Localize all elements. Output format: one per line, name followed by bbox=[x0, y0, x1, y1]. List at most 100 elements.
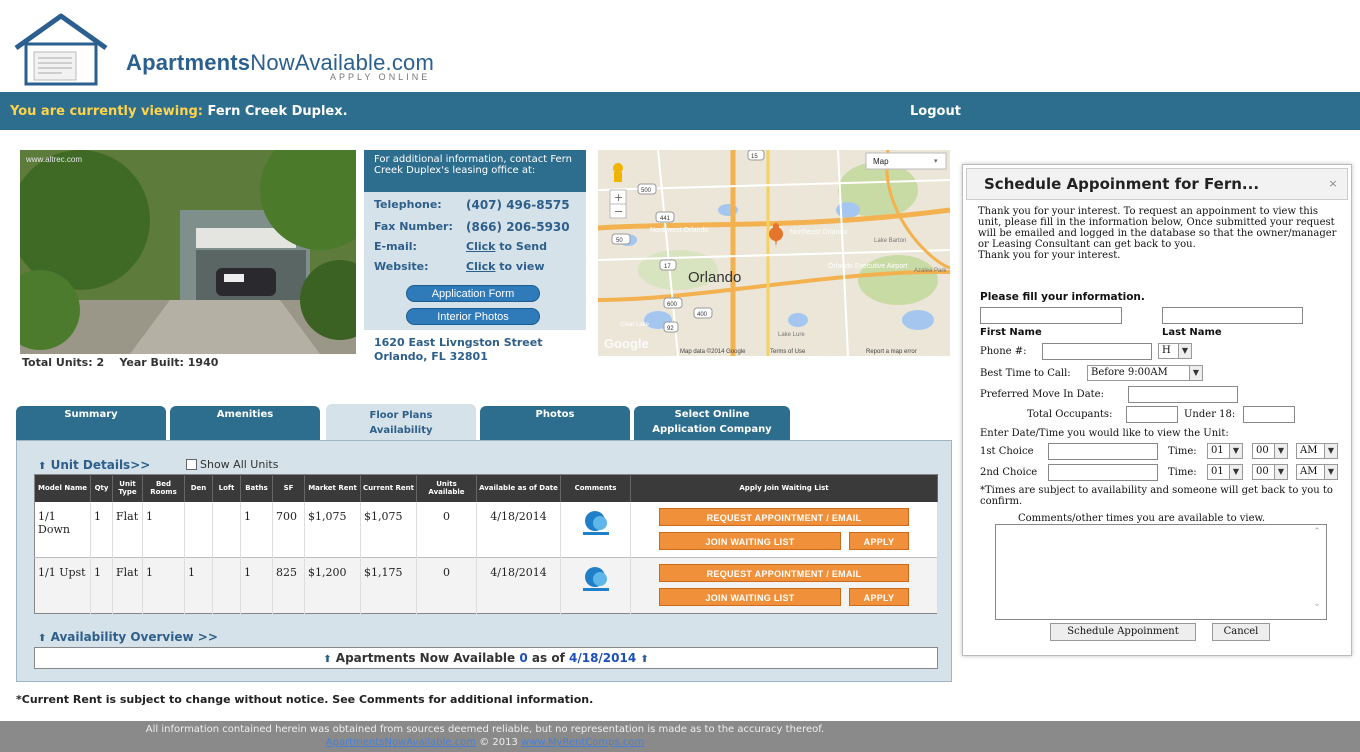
brand-tagline: APPLY ONLINE bbox=[330, 72, 431, 82]
map-road-shield: 441 bbox=[660, 216, 671, 222]
phone-field[interactable] bbox=[1042, 343, 1152, 360]
last-name-field[interactable] bbox=[1162, 307, 1303, 324]
chevron-down-icon: ▼ bbox=[1189, 366, 1202, 380]
map-label: Lake Lure bbox=[778, 332, 805, 338]
cell-available-date: 4/18/2014 bbox=[476, 501, 561, 558]
textarea-scrollbar[interactable]: ⌃ ⌄ bbox=[1310, 527, 1324, 617]
checkbox-icon bbox=[186, 459, 197, 470]
units-table: Model Name Qty Unit Type Bed Rooms Den L… bbox=[34, 474, 938, 614]
second-choice-minute-select[interactable]: 00 ▼ bbox=[1252, 464, 1288, 480]
time-label: Time: bbox=[1168, 467, 1197, 478]
column-header: Current Rent bbox=[360, 474, 417, 502]
table-row: 1/1 Down 1 Flat 1 1 700 $1,075 $1,075 0 … bbox=[34, 501, 938, 558]
second-choice-ampm-select[interactable]: AM ▼ bbox=[1296, 464, 1338, 480]
join-waiting-list-button[interactable]: JOIN WAITING LIST bbox=[659, 587, 841, 606]
column-header: Qty bbox=[90, 474, 113, 502]
tab-floor-plans[interactable]: Floor Plans Availability bbox=[326, 404, 476, 442]
under-18-field[interactable] bbox=[1243, 406, 1295, 423]
map-terms-link[interactable]: Terms of Use bbox=[770, 349, 806, 355]
second-choice-label: 2nd Choice bbox=[980, 467, 1038, 478]
phone-label: Phone #: bbox=[980, 346, 1027, 357]
show-all-units-checkbox[interactable]: Show All Units bbox=[186, 458, 278, 471]
column-header: Baths bbox=[240, 474, 273, 502]
apply-button[interactable]: APPLY bbox=[849, 531, 909, 550]
footer-link-myrentcomps[interactable]: www.MyRentComps.com bbox=[521, 737, 644, 748]
cell-comments bbox=[560, 501, 631, 558]
footer-links: ApartmentsNowAvailable.com © 2013 www.My… bbox=[325, 737, 645, 748]
phone-type-select[interactable]: H ▼ bbox=[1158, 343, 1192, 359]
column-header: Loft bbox=[212, 474, 241, 502]
best-time-select[interactable]: Before 9:00AM ▼ bbox=[1087, 365, 1203, 381]
contact-intro: For additional information, contact Fern… bbox=[364, 150, 586, 192]
email-link[interactable]: Click to Send bbox=[466, 240, 547, 253]
second-choice-hour-select[interactable]: 01 ▼ bbox=[1207, 464, 1243, 480]
apply-button[interactable]: APPLY bbox=[849, 587, 909, 606]
collapse-icon[interactable]: ⬆ bbox=[323, 654, 331, 665]
column-header: Unit Type bbox=[112, 474, 143, 502]
first-choice-ampm-select[interactable]: AM ▼ bbox=[1296, 443, 1338, 459]
first-choice-hour-select[interactable]: 01 ▼ bbox=[1207, 443, 1243, 459]
chevron-down-icon: ▼ bbox=[1178, 344, 1191, 358]
table-row: 1/1 Upst 1 Flat 1 1 1 825 $1,200 $1,175 … bbox=[34, 556, 938, 614]
first-choice-date-field[interactable] bbox=[1048, 443, 1158, 460]
chevron-down-icon: ▼ bbox=[1229, 444, 1242, 458]
map-road-shield: 500 bbox=[641, 188, 652, 194]
map-label: Northwest Orlando bbox=[650, 227, 708, 234]
map-city-label: Orlando bbox=[688, 269, 741, 286]
cell-market-rent: $1,200 bbox=[304, 556, 361, 614]
location-map[interactable]: Orlando Northwest Orlando Northeast Orla… bbox=[598, 150, 950, 356]
tab-select-application-company[interactable]: Select Online Application Company bbox=[634, 406, 790, 440]
website-link[interactable]: Click to view bbox=[466, 260, 545, 273]
unit-stats: Total Units: 2 Year Built: 1940 bbox=[22, 356, 219, 369]
comments-textarea[interactable] bbox=[995, 524, 1327, 620]
cell-baths: 1 bbox=[240, 501, 273, 558]
request-appointment-button[interactable]: REQUEST APPOINTMENT / EMAIL bbox=[659, 563, 909, 582]
second-choice-date-field[interactable] bbox=[1048, 464, 1158, 481]
comments-icon[interactable] bbox=[581, 510, 611, 536]
request-appointment-button[interactable]: REQUEST APPOINTMENT / EMAIL bbox=[659, 507, 909, 526]
schedule-appointment-button[interactable]: Schedule Appoinment bbox=[1050, 623, 1196, 641]
fill-info-heading: Please fill your information. bbox=[980, 291, 1145, 303]
footer-link-apartmentsnowavailable[interactable]: ApartmentsNowAvailable.com bbox=[326, 737, 476, 748]
close-icon[interactable]: × bbox=[1325, 176, 1341, 192]
move-in-date-field[interactable] bbox=[1128, 386, 1238, 403]
cell-den: 1 bbox=[184, 556, 213, 614]
cell-loft bbox=[212, 501, 241, 558]
collapse-icon[interactable]: ⬆ bbox=[640, 654, 648, 665]
comments-icon[interactable] bbox=[581, 566, 611, 592]
map-attribution: Map data ©2014 Google bbox=[680, 348, 746, 355]
property-photo: www.altrec.com bbox=[20, 150, 356, 354]
footer-disclaimer: All information contained herein was obt… bbox=[145, 724, 825, 735]
first-choice-minute-select[interactable]: 00 ▼ bbox=[1252, 443, 1288, 459]
cell-loft bbox=[212, 556, 241, 614]
map-label: Lake Barton bbox=[874, 238, 906, 244]
column-header: Apply Join Waiting List bbox=[630, 474, 938, 502]
pegman-icon[interactable] bbox=[613, 163, 623, 173]
unit-details-toggle[interactable]: ⬆ Unit Details>> bbox=[38, 458, 150, 472]
tab-summary[interactable]: Summary bbox=[16, 406, 166, 440]
cancel-button[interactable]: Cancel bbox=[1212, 623, 1270, 641]
map-road-shield: 17 bbox=[664, 264, 671, 270]
map-marker-icon[interactable] bbox=[769, 227, 783, 241]
chevron-down-icon: ▼ bbox=[1324, 444, 1337, 458]
total-occupants-field[interactable] bbox=[1126, 406, 1178, 423]
cell-apply: REQUEST APPOINTMENT / EMAIL JOIN WAITING… bbox=[630, 556, 938, 614]
application-form-button[interactable]: Application Form bbox=[406, 285, 540, 302]
map-road-shield: 400 bbox=[697, 312, 708, 318]
logout-link[interactable]: Logout bbox=[910, 104, 961, 119]
map-report-link[interactable]: Report a map error bbox=[866, 349, 917, 355]
collapse-icon: ⬆ bbox=[38, 633, 47, 644]
map-label: Azalea Park bbox=[914, 268, 947, 274]
interior-photos-button[interactable]: Interior Photos bbox=[406, 308, 540, 325]
photo-watermark: www.altrec.com bbox=[25, 155, 82, 164]
cell-baths: 1 bbox=[240, 556, 273, 614]
first-name-field[interactable] bbox=[980, 307, 1122, 324]
contact-box: Telephone: (407) 496-8575 Fax Number: (8… bbox=[364, 192, 586, 330]
datetime-instructions: Enter Date/Time you would like to view t… bbox=[980, 428, 1229, 439]
tab-amenities[interactable]: Amenities bbox=[170, 406, 320, 440]
available-count: 0 bbox=[519, 651, 528, 665]
available-date: 4/18/2014 bbox=[568, 651, 637, 665]
tab-photos[interactable]: Photos bbox=[480, 406, 630, 440]
join-waiting-list-button[interactable]: JOIN WAITING LIST bbox=[659, 531, 841, 550]
availability-overview-toggle[interactable]: ⬆ Availability Overview >> bbox=[38, 630, 218, 644]
